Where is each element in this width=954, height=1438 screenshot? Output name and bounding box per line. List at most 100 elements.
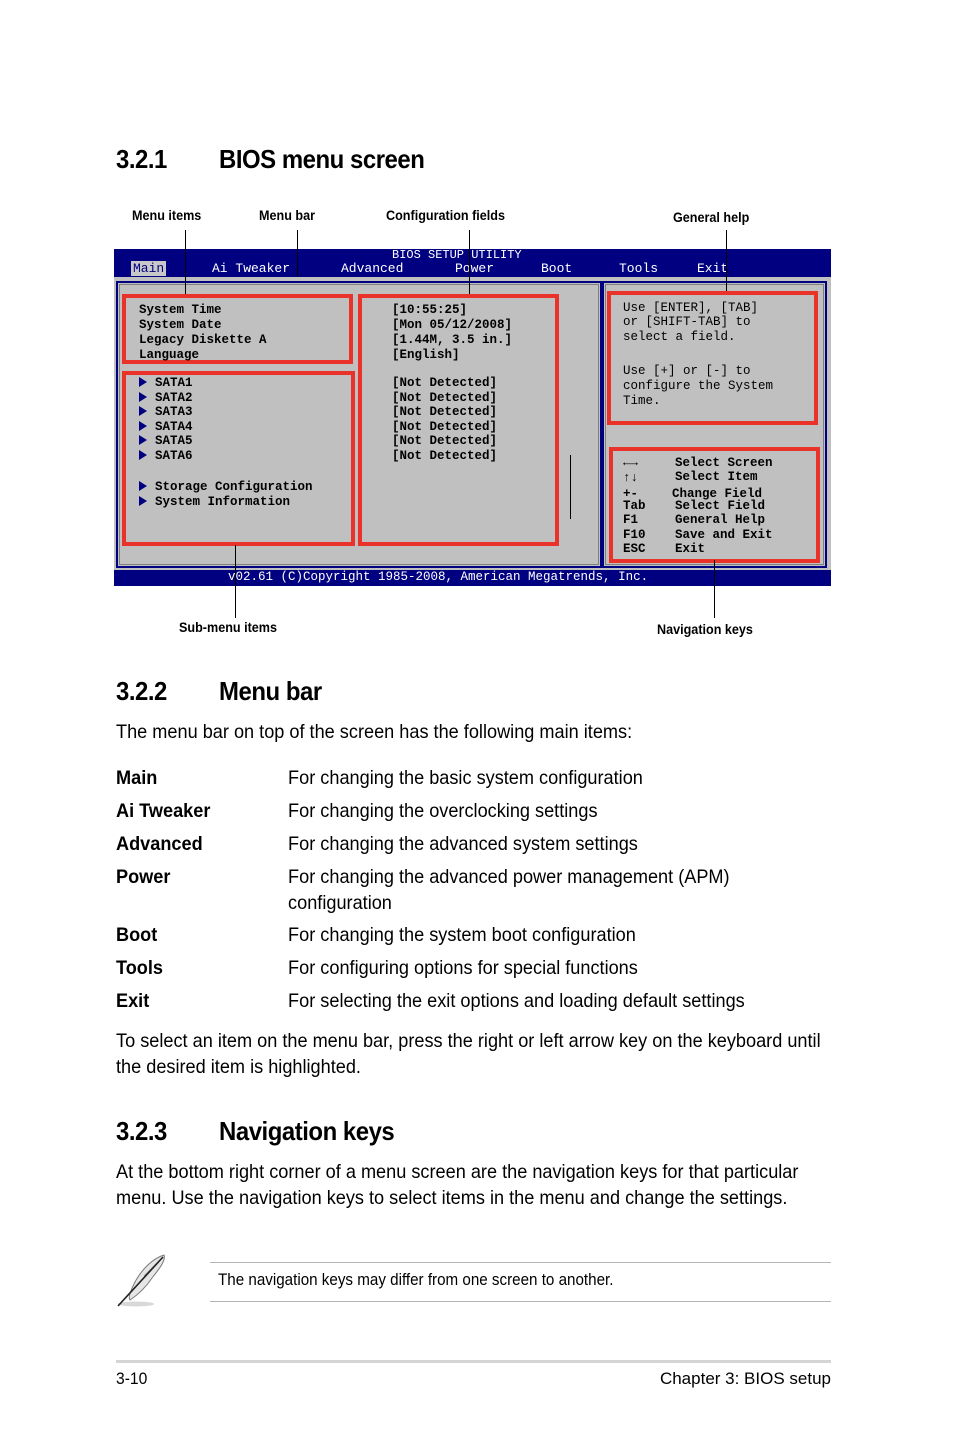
bios-screen: BIOS SETUP UTILITY Main Ai Tweaker Advan…	[114, 248, 831, 586]
callout-configuration-fields: Configuration fields	[386, 207, 505, 223]
bios-status-bar: v02.61 (C)Copyright 1985-2008, American …	[114, 570, 831, 586]
definition: For selecting the exit options and loadi…	[288, 990, 745, 1012]
help-line: select a field.	[623, 330, 736, 344]
definition: For changing the basic system configurat…	[288, 767, 643, 789]
submenu-arrow-icon	[139, 450, 147, 460]
section-number: 3.2.1	[116, 144, 167, 174]
submenu-arrow-icon	[139, 406, 147, 416]
submenu-arrow-icon	[139, 496, 147, 506]
nav-key: F10	[623, 528, 646, 542]
definition: For changing the advanced power manageme…	[288, 866, 730, 914]
term: Exit	[116, 990, 150, 1012]
term: Ai Tweaker	[116, 800, 211, 822]
submenu-arrow-icon	[139, 435, 147, 445]
callout-general-help: General help	[673, 209, 750, 225]
nav-key: F1	[623, 513, 639, 527]
nav-key-up-down-arrows-icon: ↑↓	[623, 471, 639, 485]
help-line: configure the System	[623, 379, 774, 393]
definition: For changing the system boot configurati…	[288, 924, 636, 946]
bios-value-system-time[interactable]: [10:55:25]	[392, 303, 467, 318]
help-line: Time.	[623, 394, 661, 408]
leader-line-general-help	[726, 230, 727, 291]
navigation-keys-body: At the bottom right corner of a menu scr…	[116, 1161, 799, 1209]
page-number: 3-10	[116, 1369, 148, 1388]
bios-copyright: v02.61 (C)Copyright 1985-2008, American …	[228, 570, 649, 584]
leader-line-menu-bar	[297, 230, 298, 276]
section-title: Navigation keys	[219, 1116, 395, 1146]
submenu-arrow-icon	[139, 392, 147, 402]
submenu-label: SATA2	[155, 391, 193, 405]
bios-value-legacy-diskette[interactable]: [1.44M, 3.5 in.]	[392, 333, 512, 348]
menu-tab-power[interactable]: Power	[455, 261, 494, 276]
nav-action: General Help	[675, 513, 766, 527]
note-feather-icon	[114, 1252, 172, 1310]
menu-bar-intro: The menu bar on top of the screen has th…	[116, 721, 633, 743]
term: Boot	[116, 924, 158, 946]
definition: For changing the advanced system setting…	[288, 833, 638, 855]
menu-tab-advanced[interactable]: Advanced	[341, 261, 403, 276]
footer-rule	[116, 1360, 831, 1363]
menu-tab-main[interactable]: Main	[131, 261, 167, 276]
bios-item-legacy-diskette[interactable]: Legacy Diskette A	[139, 333, 267, 348]
callout-menu-bar: Menu bar	[259, 207, 316, 223]
help-line: Use [ENTER], [TAB]	[623, 301, 759, 315]
submenu-label: Storage Configuration	[155, 480, 313, 494]
leader-line-navigation-keys	[714, 560, 715, 618]
bios-value-sata2: [Not Detected]	[392, 391, 498, 405]
submenu-arrow-icon	[139, 421, 147, 431]
callout-menu-items: Menu items	[132, 207, 202, 223]
bios-value-sata1: [Not Detected]	[392, 376, 498, 390]
section-title: BIOS menu screen	[219, 144, 425, 174]
nav-action: Select Field	[675, 499, 766, 513]
bios-submenu-sata1[interactable]: SATA1	[139, 376, 193, 391]
bios-submenu-storage-configuration[interactable]: Storage Configuration	[139, 480, 313, 495]
bios-submenu-system-information[interactable]: System Information	[139, 495, 290, 510]
menu-tab-tools[interactable]: Tools	[619, 261, 658, 276]
bios-menu-bar: BIOS SETUP UTILITY Main Ai Tweaker Advan…	[114, 248, 831, 277]
bios-submenu-sata5[interactable]: SATA5	[139, 434, 193, 449]
callout-sub-menu-items: Sub-menu items	[179, 619, 278, 635]
submenu-arrow-icon	[139, 377, 147, 387]
bios-submenu-sata3[interactable]: SATA3	[139, 405, 193, 420]
bios-value-system-date[interactable]: [Mon 05/12/2008]	[392, 318, 512, 333]
nav-key: Tab	[623, 499, 646, 513]
menu-tab-ai-tweaker[interactable]: Ai Tweaker	[212, 261, 290, 276]
menu-tab-boot[interactable]: Boot	[541, 261, 572, 276]
leader-line-sub-menu-items	[235, 545, 236, 618]
bios-submenu-sata4[interactable]: SATA4	[139, 420, 193, 435]
help-line: Use [+] or [-] to	[623, 364, 751, 378]
bios-item-system-date[interactable]: System Date	[139, 318, 222, 333]
help-line: or [SHIFT-TAB] to	[623, 315, 751, 329]
nav-key-left-right-arrows-icon: ←→	[623, 456, 639, 470]
callout-navigation-keys: Navigation keys	[657, 621, 753, 637]
leader-line-menu-items	[185, 230, 186, 294]
note-bottom-rule	[210, 1301, 831, 1302]
nav-action: Select Item	[675, 470, 758, 484]
nav-key: ESC	[623, 542, 646, 556]
bios-item-system-time[interactable]: System Time	[139, 303, 222, 318]
nav-action: Save and Exit	[675, 528, 773, 542]
scrollbar[interactable]	[570, 455, 571, 519]
term: Tools	[116, 957, 164, 979]
section-heading-menu-bar: 3.2.2 Menu bar	[116, 676, 322, 707]
section-number: 3.2.3	[116, 1116, 167, 1146]
bios-item-language[interactable]: Language	[139, 348, 199, 363]
section-heading-navigation-keys: 3.2.3 Navigation keys	[116, 1116, 395, 1147]
nav-action: Exit	[675, 542, 706, 556]
section-heading-bios-menu-screen: 3.2.1 BIOS menu screen	[116, 144, 425, 175]
definition: For changing the overclocking settings	[288, 800, 598, 822]
menu-bar-outro: To select an item on the menu bar, press…	[116, 1030, 821, 1078]
bios-value-sata4: [Not Detected]	[392, 420, 498, 434]
bios-submenu-sata6[interactable]: SATA6	[139, 449, 193, 464]
bios-submenu-sata2[interactable]: SATA2	[139, 391, 193, 406]
section-title: Menu bar	[219, 676, 322, 706]
term: Advanced	[116, 833, 203, 855]
bios-value-language[interactable]: [English]	[392, 348, 460, 363]
note-top-rule	[210, 1262, 831, 1263]
submenu-label: System Information	[155, 495, 291, 509]
submenu-arrow-icon	[139, 481, 147, 491]
submenu-label: SATA4	[155, 420, 193, 434]
menu-tab-exit[interactable]: Exit	[697, 261, 728, 276]
term: Main	[116, 767, 158, 789]
bios-value-sata6: [Not Detected]	[392, 449, 498, 463]
